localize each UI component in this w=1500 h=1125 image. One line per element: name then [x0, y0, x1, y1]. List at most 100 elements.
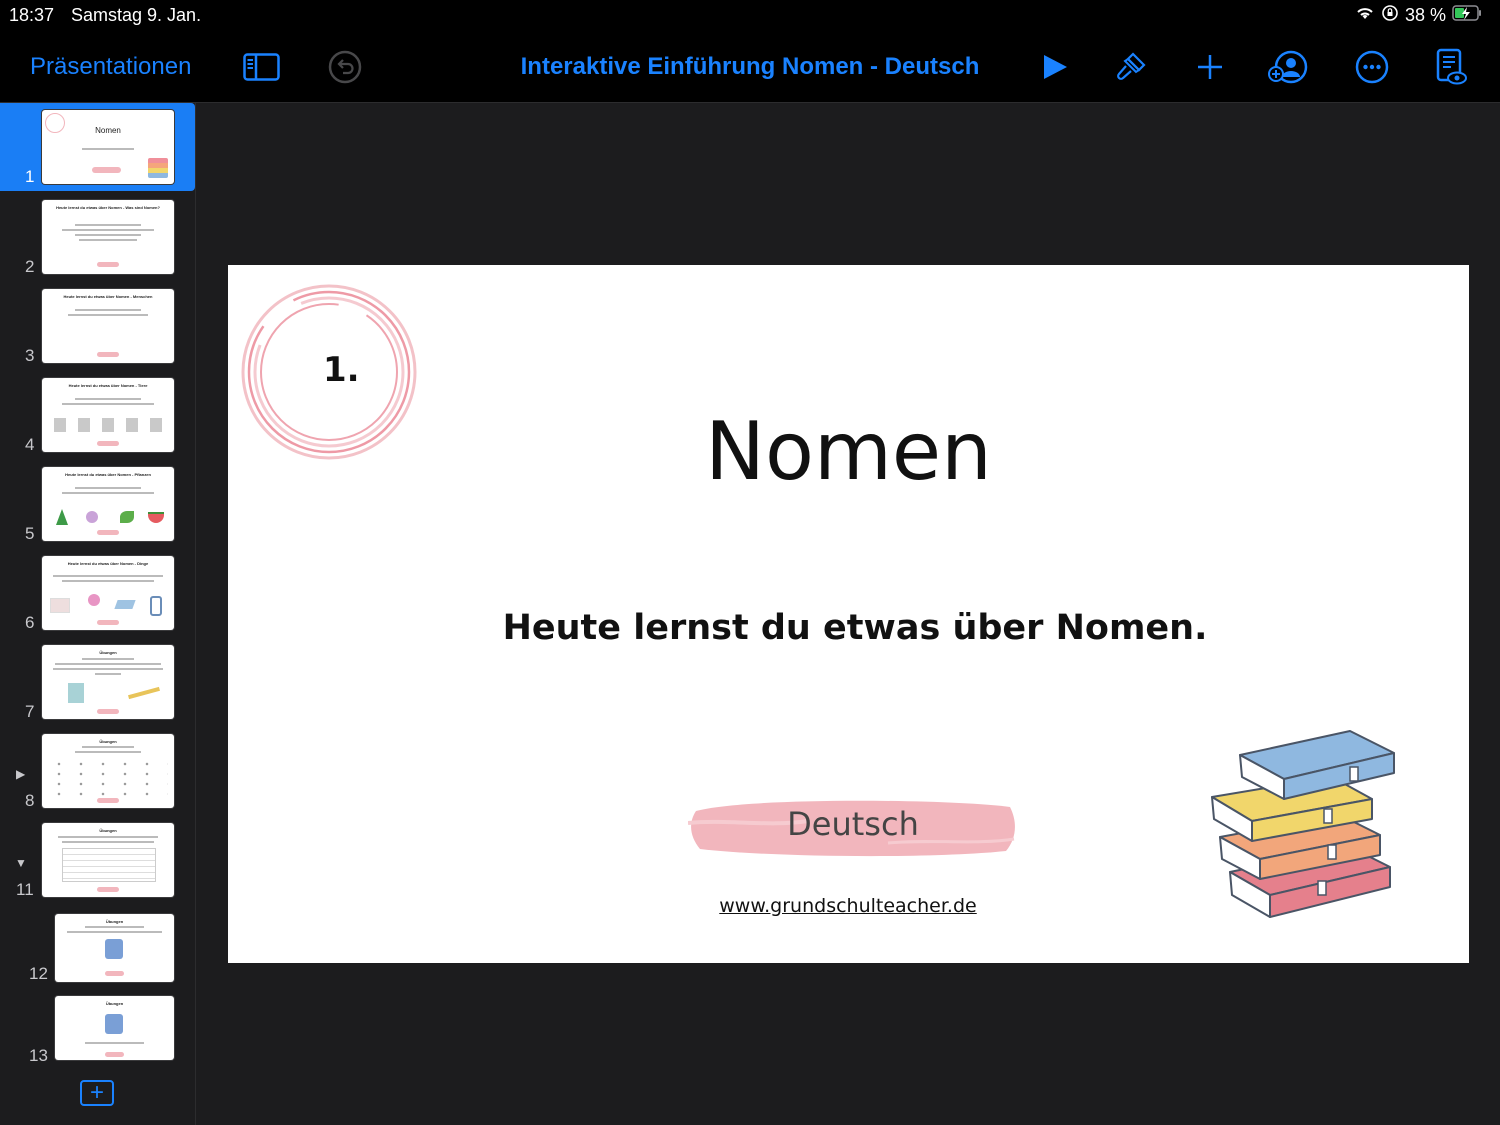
thumbnail-preview: Heute lernst du etwas über Nomen - Was s… [42, 200, 174, 274]
paper-icon [68, 683, 84, 703]
thumbnail-line [52, 668, 164, 670]
thumbnail-title: Übungen [99, 828, 117, 833]
thumbnail-slide-1[interactable]: 1 Nomen [0, 103, 195, 191]
thumbnail-line [84, 1042, 145, 1044]
word-cloud [48, 759, 168, 799]
thumbnail-number: 4 [25, 435, 35, 454]
play-icon [1040, 52, 1070, 82]
thumbnail-line [61, 403, 155, 405]
thumbnail-line [81, 148, 135, 150]
thumbnail-number: 12 [29, 964, 48, 983]
books-stack-icon [1211, 730, 1395, 918]
thumbnail-slide-12[interactable]: 12 Übungen [0, 905, 195, 989]
thumbnail-slide-5[interactable]: 5 Heute lernst du etwas über Nomen - Pfl… [0, 460, 195, 548]
thumbnail-slide-3[interactable]: 3 Heute lernst du etwas über Nomen - Men… [0, 282, 195, 370]
envelope-icon [50, 598, 70, 613]
thumbnail-line [57, 836, 159, 838]
thumbnail-line [66, 931, 163, 933]
leaf-icon [120, 511, 134, 523]
thumbnail-pill [104, 971, 124, 976]
orientation-lock-icon [1381, 4, 1399, 27]
thumbnail-pill [97, 709, 119, 714]
subject-button[interactable]: Deutsch [688, 805, 1018, 843]
status-date: Samstag 9. Jan. [71, 5, 202, 25]
thumbnail-line [52, 575, 164, 577]
undo-button[interactable] [328, 32, 362, 102]
tree-icon [56, 509, 68, 525]
thumbs-down-icon [105, 1014, 123, 1034]
flower-icon [86, 511, 98, 523]
thumbnail-images [54, 418, 162, 432]
more-button[interactable] [1355, 32, 1389, 102]
thumbnail-number: 7 [25, 702, 35, 721]
thumbnail-slide-4[interactable]: 4 Heute lernst du etwas über Nomen - Tie… [0, 371, 195, 459]
thumbnail-title: Heute lernst du etwas über Nomen - Dinge [67, 561, 149, 566]
slide-canvas[interactable]: 1. Nomen Heute lernst du etwas über Nome… [228, 265, 1469, 963]
plus-icon [1195, 52, 1225, 82]
thumbnail-pill [97, 352, 119, 357]
thumbnail-title: Übungen [99, 739, 117, 744]
thumbnail-slide-11[interactable]: ▼ 11 Übungen [0, 816, 195, 904]
thumbnail-line [55, 663, 161, 665]
thumbnail-preview: Heute lernst du etwas über Nomen - Mensc… [42, 289, 174, 363]
battery-percent: 38 % [1404, 5, 1446, 25]
thumbnail-title: Heute lernst du etwas über Nomen - Tiere [68, 383, 148, 388]
back-button[interactable]: Präsentationen [30, 32, 191, 102]
thumbnail-title: Übungen [105, 1001, 124, 1006]
thumbnail-number: 1 [25, 167, 35, 186]
thumbnail-line [61, 492, 155, 494]
thumbnail-slide-13[interactable]: 13 Übungen [0, 989, 195, 1065]
status-indicators: 38 % [1355, 4, 1482, 27]
thumbnail-line [81, 746, 135, 748]
thumbs-up-icon [105, 939, 123, 959]
expanded-group-icon[interactable]: ▼ [15, 856, 27, 870]
play-button[interactable] [1040, 32, 1070, 102]
slide-number-label[interactable]: 1. [323, 350, 360, 390]
battery-charging-icon [1452, 5, 1482, 26]
toolbar: Interaktive Einführung Nomen - Deutsch P… [0, 32, 1500, 103]
thumbnail-line [75, 751, 141, 753]
add-slide-button[interactable]: + [80, 1079, 114, 1106]
thumbnail-line [75, 398, 141, 400]
thumbnail-line [75, 309, 141, 311]
document-eye-icon [1435, 48, 1469, 86]
thumbnail-pill [104, 1052, 124, 1057]
thumbnail-preview: Heute lernst du etwas über Nomen - Tiere [42, 378, 174, 452]
sidebar-icon [243, 53, 280, 81]
thumbnail-slide-6[interactable]: 6 Heute lernst du etwas über Nomen - Din… [0, 549, 195, 637]
thumbnail-pill [97, 887, 119, 892]
undo-icon [328, 50, 362, 84]
thumbnail-number: 2 [25, 257, 35, 276]
thumbnail-line [78, 239, 138, 241]
format-button[interactable] [1113, 32, 1149, 102]
collaborate-button[interactable] [1268, 32, 1308, 102]
sidebar-toggle-button[interactable] [243, 32, 280, 102]
thumbnail-title: Nomen [95, 126, 121, 135]
thumbnail-preview: Heute lernst du etwas über Nomen - Dinge [42, 556, 174, 630]
thumbnail-line [84, 926, 145, 928]
thumbnail-number: 11 [16, 880, 34, 899]
thumbnail-line [75, 487, 141, 489]
thumbnail-title: Heute lernst du etwas über Nomen - Pflan… [65, 472, 151, 477]
plus-icon: + [89, 1079, 104, 1106]
add-button[interactable] [1195, 32, 1225, 102]
thumbnail-slide-7[interactable]: 7 Übungen [0, 638, 195, 726]
thumbnail-slide-8[interactable]: ▶ 8 Übungen [0, 727, 195, 815]
slide-title[interactable]: Nomen [228, 405, 1469, 498]
thumbnail-table [62, 848, 156, 882]
slide-navigator[interactable]: 1 Nomen 2 Heute lernst du etwas über Nom… [0, 103, 196, 1125]
wifi-icon [1355, 5, 1375, 26]
pencil-icon [128, 686, 160, 700]
status-bar: 18:37 Samstag 9. Jan. 38 % [0, 0, 1500, 32]
collapsed-group-icon[interactable]: ▶ [16, 767, 25, 781]
slide-subtitle[interactable]: Heute lernst du etwas über Nomen. [228, 608, 1482, 648]
thumbnail-preview: Übungen [42, 645, 174, 719]
book-icon [114, 600, 136, 609]
thumbnail-line [81, 658, 135, 660]
reader-view-button[interactable] [1435, 32, 1469, 102]
thumbnail-preview: Übungen [42, 734, 174, 808]
document-title[interactable]: Interaktive Einführung Nomen - Deutsch [521, 53, 980, 81]
thumbnail-pill [92, 167, 122, 173]
thumbnail-line [94, 673, 122, 675]
thumbnail-slide-2[interactable]: 2 Heute lernst du etwas über Nomen - Was… [0, 193, 195, 281]
